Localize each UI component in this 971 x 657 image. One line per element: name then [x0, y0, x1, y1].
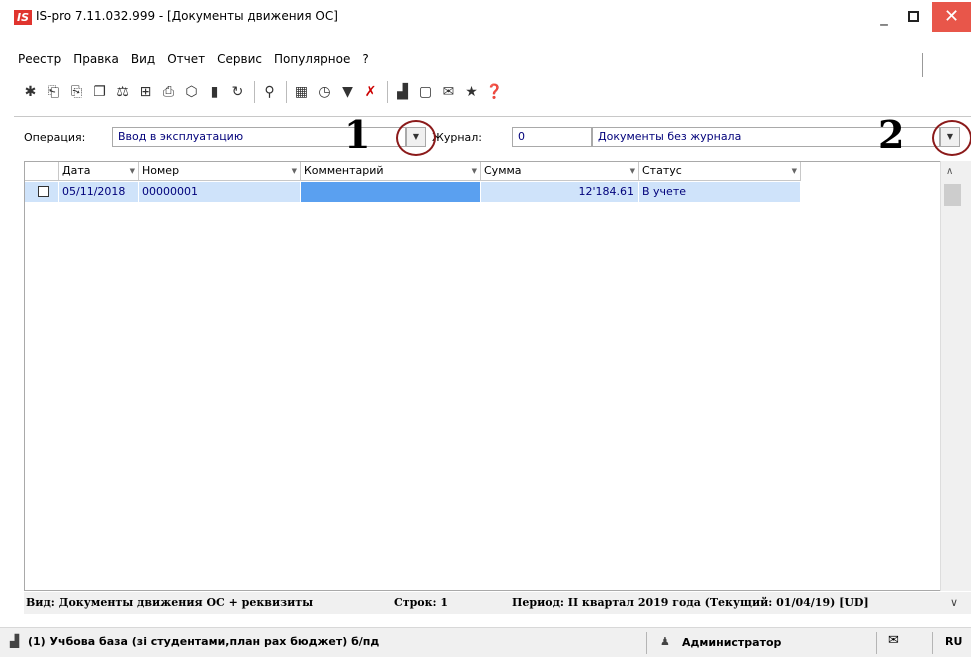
column-header-number[interactable]: Номер ▼ — [139, 162, 301, 181]
row-checkbox[interactable] — [38, 186, 49, 197]
status-bar: Вид: Документы движения ОС + реквизиты С… — [24, 592, 971, 614]
toolbar-separator — [387, 81, 388, 103]
cell-number[interactable]: 00000001 — [139, 182, 301, 202]
sort-arrow-icon: ▼ — [791, 167, 797, 175]
clock-icon[interactable]: ◷ — [314, 80, 335, 104]
cell-comment[interactable] — [301, 182, 481, 202]
annotation-1: 1 — [344, 112, 371, 157]
find-icon[interactable]: ⚲ — [259, 80, 280, 104]
column-label: Номер — [142, 164, 180, 177]
status-row-count: Строк: 1 — [394, 596, 449, 609]
open-doc-icon[interactable]: ⎗ — [43, 80, 64, 104]
journal-label: Журнал: — [432, 131, 483, 144]
scroll-up-icon[interactable]: ∧ — [946, 166, 953, 177]
header-select — [25, 162, 59, 181]
user-name: Администратор — [682, 636, 782, 649]
scrollbar-thumb[interactable] — [944, 184, 961, 206]
close-button[interactable]: ✕ — [932, 2, 971, 32]
documents-table: Дата ▼ Номер ▼ Комментарий ▼ Сумма ▼ Статус ▼… — [24, 161, 970, 591]
table-icon[interactable]: ▦ — [291, 80, 312, 104]
bottom-bar: ▟ (1) Учбова база (зі студентами,план ра… — [0, 627, 971, 657]
star-icon[interactable]: ★ — [461, 80, 482, 104]
chevron-down-icon[interactable]: ∨ — [950, 592, 958, 614]
refresh-icon[interactable]: ↻ — [227, 80, 248, 104]
database-name: (1) Учбова база (зі студентами,план рах … — [28, 635, 380, 648]
vertical-scrollbar[interactable] — [940, 161, 971, 591]
toolbar-separator — [286, 81, 287, 103]
column-header-comment[interactable]: Комментарий ▼ — [301, 162, 481, 181]
menu-view[interactable]: Вид — [125, 52, 161, 66]
help-icon[interactable]: ❓ — [484, 80, 505, 104]
operation-label: Операция: — [24, 131, 86, 144]
cell-date[interactable]: 05/11/2018 — [59, 182, 139, 202]
minimize-button[interactable]: _ — [871, 6, 897, 28]
toolbar-separator — [254, 81, 255, 103]
sort-arrow-icon: ▼ — [629, 167, 635, 175]
maximize-icon — [907, 11, 919, 22]
maximize-button[interactable] — [900, 6, 926, 28]
sort-arrow-icon: ▼ — [129, 167, 135, 175]
menu-bar: Реестр Правка Вид Отчет Сервис Популярное? — [0, 52, 940, 72]
column-label: Комментарий — [304, 164, 384, 177]
panel-divider — [876, 632, 877, 654]
status-view: Вид: Документы движения ОС + реквизиты — [26, 596, 314, 609]
menu-report[interactable]: Отчет — [161, 52, 211, 66]
copy-icon[interactable]: ❐ — [89, 80, 110, 104]
annotation-2: 2 — [878, 112, 905, 157]
sort-arrow-icon: ▼ — [471, 167, 477, 175]
clear-filter-icon[interactable]: ✗ — [360, 80, 381, 104]
column-label: Дата — [62, 164, 91, 177]
panel-divider — [646, 632, 647, 654]
export-icon[interactable]: ▮ — [204, 80, 225, 104]
filter-icon[interactable]: ▼ — [337, 80, 358, 104]
app-logo-icon: IS — [14, 10, 32, 25]
mail-icon[interactable]: ✉ — [438, 80, 459, 104]
cell-status[interactable]: В учете — [639, 182, 801, 202]
mail-icon[interactable]: ✉ — [888, 633, 899, 648]
menu-edit[interactable]: Правка — [67, 52, 125, 66]
menu-registry[interactable]: Реестр — [0, 52, 67, 66]
cell-sum[interactable]: 12'184.61 — [481, 182, 639, 202]
column-label: Статус — [642, 164, 682, 177]
column-header-status[interactable]: Статус ▼ — [639, 162, 801, 181]
chart-icon[interactable]: ▟ — [392, 80, 413, 104]
column-label: Сумма — [484, 164, 522, 177]
journal-code-field[interactable]: 0 — [512, 127, 592, 147]
language-indicator[interactable]: RU — [945, 635, 962, 648]
annotation-circle-1 — [396, 120, 436, 156]
calc-icon[interactable]: ⊞ — [135, 80, 156, 104]
chart-icon: ▟ — [10, 634, 20, 648]
divider — [14, 116, 971, 117]
new-doc-icon[interactable]: ✱ — [20, 80, 41, 104]
user-icon: ♟ — [660, 635, 670, 648]
annotation-circle-2 — [932, 120, 971, 156]
panel-divider — [932, 632, 933, 654]
package-icon[interactable]: ⬡ — [181, 80, 202, 104]
status-period: Период: II квартал 2019 года (Текущий: 0… — [512, 596, 869, 609]
column-header-date[interactable]: Дата ▼ — [59, 162, 139, 181]
delete-doc-icon[interactable]: ⎘ — [66, 80, 87, 104]
scales-icon[interactable]: ⚖ — [112, 80, 133, 104]
form-icon[interactable]: ▢ — [415, 80, 436, 104]
row-select[interactable] — [25, 182, 59, 202]
column-header-sum[interactable]: Сумма ▼ — [481, 162, 639, 181]
print-icon[interactable]: ⎙ — [158, 80, 179, 104]
menu-help[interactable]: ? — [356, 52, 374, 66]
window-title: IS-pro 7.11.032.999 - [Документы движени… — [36, 9, 338, 23]
sort-arrow-icon: ▼ — [291, 167, 297, 175]
menu-popular[interactable]: Популярное — [268, 52, 356, 66]
menu-divider — [922, 53, 923, 77]
menu-service[interactable]: Сервис — [211, 52, 268, 66]
toolbar: ✱ ⎗ ⎘ ❐ ⚖ ⊞ ⎙ ⬡ ▮ ↻ ⚲ ▦ ◷ ▼ ✗ ▟ ▢ ✉ ★ ❓ — [20, 80, 507, 110]
